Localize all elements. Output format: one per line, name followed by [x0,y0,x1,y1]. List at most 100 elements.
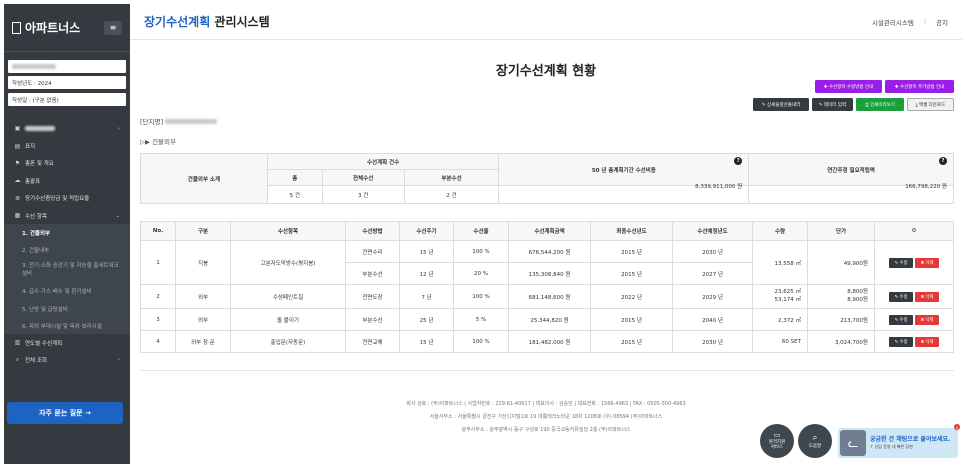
sidebar-item-overview[interactable]: ⚑ 총론 및 개요 [4,155,130,172]
col-last-year: 최종수선년도 [590,221,673,241]
summary-table: 건물외부 소계 수선계획 건수 50 년 총계획기간 수선비용? 연간추정 필요… [140,153,954,204]
summary-cost-value: 8,339,911,000 원 [498,176,750,195]
sidebar-item-search-all[interactable]: ⌕ 전체 조회 › [4,352,130,369]
cell-price: 49,900원 [807,240,875,285]
summary-total-header: 총 [266,169,323,186]
complex-name: [단지명] [140,116,218,126]
blurred-text [25,126,55,132]
year-field[interactable]: 작성년도 : 2024 [8,76,126,89]
chevron-down-icon: ⌄ [115,212,120,219]
guide-quantity-button[interactable]: ✚ 수선항목 수량방법 안내 [815,80,882,93]
cell-amount: 181,482,000 원 [508,330,591,353]
top-bar: 장기수선계획 관리시스템 시설관리시스템 | 공지 [130,4,962,40]
cell-cycle: 12 년 [399,262,454,285]
cell-amount: 25,344,820 원 [508,308,591,331]
sidebar-item-cover[interactable]: ▤ 표지 [4,137,130,154]
app-title-rest: 관리시스템 [210,15,270,29]
delete-button[interactable]: ✖ 삭제 [915,257,939,268]
summary-count-header: 수선계획 건수 [266,153,500,170]
summary-partial-header: 부분수선 [403,169,500,186]
page-title: 장기수선계획 현황 [495,64,597,79]
remote-support-button[interactable]: ▭ 원격지원 서비스 [760,424,794,458]
delete-button[interactable]: ✖ 삭제 [915,291,939,302]
help-button[interactable]: ⌕ 도움말 [798,424,832,458]
sidebar-item-repair-items[interactable]: ▦ 수선 항목 ⌄ [4,207,130,224]
cell-last-year: 2022 년 [590,284,673,309]
cell-no: 2 [140,284,176,309]
cell-quantity: 23,625 ㎡ 53,174 ㎡ [752,284,808,309]
print-preview-button[interactable]: ⎙ 인쇄미리보기 [856,98,904,111]
sidebar-item-label: 총론 및 개요 [25,161,54,168]
divider [140,370,954,371]
chevron-right-icon: › [117,357,120,364]
sidebar-subitem-interior[interactable]: 2. 건물내부 [4,242,130,259]
nav-divider: | [923,16,927,25]
nav-notice[interactable]: 공지 [936,17,948,27]
monitor-icon: ▭ [773,431,781,440]
sidebar-item-complex[interactable]: ▣ › [4,120,130,137]
cell-next-year: 2030 년 [672,330,753,353]
table-row: 2 외부 수성페인트칠 전면도장 7 년 100 % 681,148,600 원… [140,284,954,309]
edit-button[interactable]: ✎ 수정 [889,336,913,347]
sidebar-item-label: 장기수선충당금 및 적립요율 [25,196,90,203]
cloud-icon: ☁ [14,177,21,185]
grid-icon: ▦ [14,212,21,220]
sidebar-subitem-plumbing[interactable]: 4. 급수·가스·배수 및 환기설비 [4,283,130,300]
edit-button[interactable]: ✎ 수정 [889,257,913,268]
sidebar-subitem-heating[interactable]: 5. 난방 및 급탕설비 [4,300,130,317]
cell-category: 외부 [175,284,231,309]
cell-last-year: 2015 년 [590,330,673,353]
guide-add-button[interactable]: ✚ 수선항목 추가방법 안내 [885,80,954,93]
cell-method: 전면도장 [345,284,400,309]
cell-item: 출입문(자동문) [230,330,346,353]
search-icon: ⌕ [812,432,818,443]
nav-facility-system[interactable]: 시설관리시스템 [872,17,914,27]
summary-cost-label: 50 년 총계획기간 수선비용 [591,167,656,174]
gear-icon: ⚙ [911,228,917,234]
app-title: 장기수선계획 관리시스템 [144,13,270,30]
col-item: 수선항목 [230,221,346,241]
cell-rate: 100 % [453,330,509,353]
help-icon[interactable]: ? [734,157,743,165]
cell-cycle: 25 년 [399,308,454,331]
repair-items-table: No. 구분 수선항목 수선방법 수선주기 수선율 수선계획금액 최종수선년도 … [140,221,954,353]
edit-button[interactable]: ✎ 수정 [889,314,913,325]
logo-text: 아파트너스 [25,21,81,35]
sidebar-subitem-electric[interactable]: 3. 전기·소화·승강기 및 지능형 홈네트워크설비 [4,259,130,283]
sidebar-item-label: 총괄표 [25,178,41,185]
col-quantity: 수량 [752,221,808,241]
cell-amount: 135,308,840 원 [508,262,591,285]
sidebar-item-yearly-plan[interactable]: ▥ 연도별 수선계획 [4,334,130,351]
cell-no: 3 [140,308,176,331]
logo[interactable]: 아파트너스 [12,19,80,36]
cell-price: 213,700원 [807,308,875,331]
sidebar-item-reserve[interactable]: ≣ 장기수선충당금 및 적립요율 [4,190,130,207]
version-field[interactable]: 작성일 : (구분 없음) [8,93,126,106]
app-title-accent: 장기수선계획 [144,15,211,29]
blurred-text [165,119,218,124]
help-icon[interactable]: ? [939,157,947,165]
data-input-button[interactable]: ✎ 데이터 입력 [812,98,853,111]
cell-no: 4 [140,330,176,353]
sidebar-item-label: 전체 조회 [25,358,47,365]
chat-banner[interactable]: ᓚ 궁금한 건 채팅으로 물어보세요. ↑ 상담 운영 내 빠른 답변 × [838,424,960,458]
col-price: 단가 [807,221,875,241]
search-icon: ⌕ [15,356,20,364]
cell-item: 돌 붙이기 [230,308,346,331]
close-icon[interactable]: × [954,424,960,430]
sidebar-item-summary[interactable]: ☁ 총괄표 [4,172,130,189]
detail-quantity-button[interactable]: ✎ 상세물량산출내역 [753,98,809,111]
complex-name-field [8,60,126,73]
delete-button[interactable]: ✖ 삭제 [915,336,939,347]
sidebar-subitem-outdoor[interactable]: 6. 옥외 부대시설 및 옥외 복리시설 [4,317,130,334]
delete-button[interactable]: ✖ 삭제 [915,314,939,325]
sidebar-subitem-exterior[interactable]: 1. 건물외부 [4,224,130,241]
sidebar-menu: ▣ › ▤ 표지 ⚑ 총론 및 개요 ☁ 총괄표 ≣ 장기수선충당금 및 적립요율 ▦ 수… [4,120,130,369]
summary-annual-value: 166,798,220 원 [748,176,954,195]
menu-toggle-button[interactable]: ≡ [104,20,122,35]
table-row: 4 외부 창·문 출입문(자동문) 전면교체 15 년 100 % 181,48… [140,330,954,353]
cell-next-year: 2027 년 [672,262,753,285]
edit-button[interactable]: ✎ 수정 [889,291,913,302]
faq-button[interactable]: 자주 묻는 질문 → [7,402,123,424]
excel-download-button[interactable]: ⤓ 엑셀 다운로드 [907,98,954,111]
